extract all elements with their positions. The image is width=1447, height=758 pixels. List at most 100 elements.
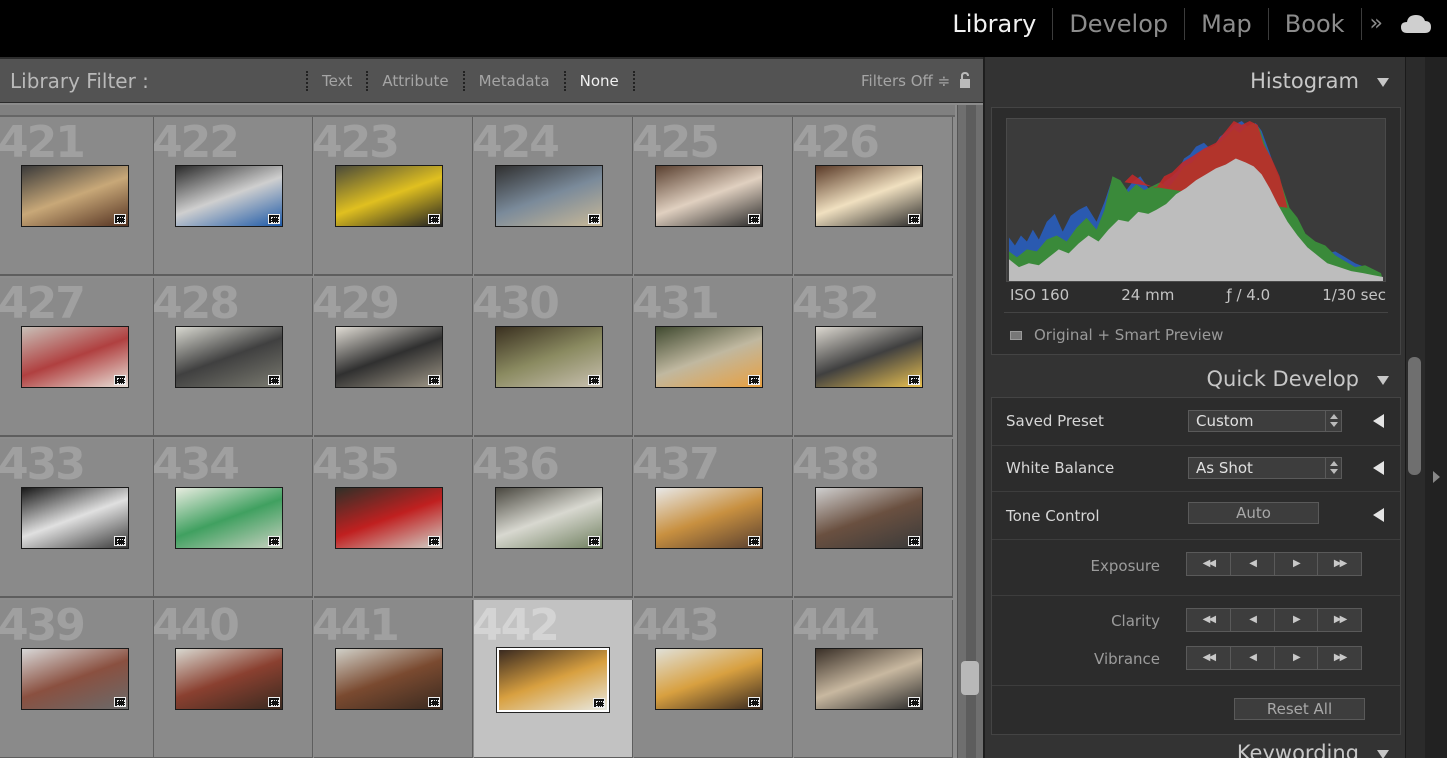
metadata-badge-icon[interactable] (428, 536, 440, 546)
thumbnail-cell[interactable]: 438 (794, 439, 953, 598)
grid-scrollbar[interactable] (957, 105, 983, 758)
thumbnail-cell[interactable]: 432 (794, 278, 953, 437)
photo-thumbnail[interactable] (175, 165, 283, 227)
increase-large-icon[interactable]: ▶▶ (1317, 609, 1361, 631)
thumbnail-cell[interactable]: 444 (794, 600, 953, 758)
photo-thumbnail[interactable] (21, 326, 129, 388)
photo-thumbnail[interactable] (815, 487, 923, 549)
thumbnail-cell[interactable]: 423 (314, 117, 473, 276)
photo-thumbnail[interactable] (21, 648, 129, 710)
decrease-large-icon[interactable]: ◀◀ (1187, 647, 1230, 669)
module-develop[interactable]: Develop (1052, 8, 1184, 40)
saved-preset-select[interactable]: Custom (1188, 410, 1342, 432)
more-modules-icon[interactable]: » (1360, 8, 1393, 40)
increase-large-icon[interactable]: ▶▶ (1317, 647, 1361, 669)
metadata-badge-icon[interactable] (268, 214, 280, 224)
histogram-header[interactable]: Histogram (985, 63, 1405, 103)
metadata-badge-icon[interactable] (908, 697, 920, 707)
module-book[interactable]: Book (1267, 8, 1361, 40)
collapse-triangle-icon[interactable] (1377, 78, 1389, 87)
metadata-badge-icon[interactable] (908, 375, 920, 385)
metadata-badge-icon[interactable] (114, 375, 126, 385)
photo-thumbnail[interactable] (175, 326, 283, 388)
disclosure-triangle-icon[interactable] (1373, 508, 1384, 522)
panel-scroll-thumb[interactable] (1408, 357, 1421, 475)
decrease-small-icon[interactable]: ◀ (1229, 609, 1274, 631)
quick-develop-header[interactable]: Quick Develop (985, 361, 1405, 401)
thumbnail-cell[interactable]: 426 (794, 117, 953, 276)
metadata-badge-icon[interactable] (268, 697, 280, 707)
metadata-badge-icon[interactable] (268, 536, 280, 546)
thumbnail-cell[interactable]: 425 (634, 117, 793, 276)
thumbnail-cell[interactable]: 436 (474, 439, 633, 598)
thumbnail-cell[interactable]: 421 (0, 117, 154, 276)
photo-thumbnail[interactable] (175, 648, 283, 710)
photo-thumbnail[interactable] (335, 487, 443, 549)
module-map[interactable]: Map (1184, 8, 1268, 40)
photo-thumbnail[interactable] (495, 165, 603, 227)
collapse-triangle-icon[interactable] (1377, 750, 1389, 758)
metadata-badge-icon[interactable] (114, 536, 126, 546)
thumbnail-cell[interactable]: 441 (314, 600, 473, 758)
decrease-large-icon[interactable]: ◀◀ (1187, 553, 1230, 575)
metadata-badge-icon[interactable] (588, 214, 600, 224)
photo-thumbnail[interactable] (815, 165, 923, 227)
thumbnail-cell[interactable]: 437 (634, 439, 793, 598)
filter-tab-metadata[interactable]: Metadata (462, 71, 564, 91)
white-balance-select[interactable]: As Shot (1188, 457, 1342, 479)
metadata-badge-icon[interactable] (748, 697, 760, 707)
metadata-badge-icon[interactable] (114, 214, 126, 224)
metadata-badge-icon[interactable] (593, 698, 605, 708)
photo-thumbnail[interactable] (175, 487, 283, 549)
filter-tab-none[interactable]: None (563, 71, 635, 91)
metadata-badge-icon[interactable] (908, 536, 920, 546)
metadata-badge-icon[interactable] (748, 375, 760, 385)
photo-thumbnail[interactable] (495, 487, 603, 549)
photo-thumbnail[interactable] (815, 648, 923, 710)
photo-thumbnail[interactable] (815, 326, 923, 388)
increase-small-icon[interactable]: ▶ (1273, 553, 1318, 575)
photo-thumbnail[interactable] (495, 326, 603, 388)
thumbnail-cell[interactable]: 443 (634, 600, 793, 758)
thumbnail-cell[interactable]: 440 (154, 600, 313, 758)
photo-thumbnail[interactable] (655, 487, 763, 549)
thumbnail-cell[interactable]: 434 (154, 439, 313, 598)
disclosure-triangle-icon[interactable] (1373, 414, 1384, 428)
filter-tab-text[interactable]: Text (306, 71, 366, 91)
grid-scroll-thumb[interactable] (961, 661, 979, 695)
thumbnail-cell[interactable]: 431 (634, 278, 793, 437)
metadata-badge-icon[interactable] (428, 214, 440, 224)
collapse-panel-arrow-icon[interactable] (1433, 471, 1440, 483)
metadata-badge-icon[interactable] (268, 375, 280, 385)
filter-tab-attribute[interactable]: Attribute (366, 71, 462, 91)
keywording-header[interactable]: Keywording (985, 739, 1405, 758)
photo-thumbnail[interactable] (655, 326, 763, 388)
thumbnail-cell[interactable]: 424 (474, 117, 633, 276)
increase-large-icon[interactable]: ▶▶ (1317, 553, 1361, 575)
thumbnail-cell[interactable]: 433 (0, 439, 154, 598)
metadata-badge-icon[interactable] (748, 214, 760, 224)
thumbnail-cell[interactable]: 439 (0, 600, 154, 758)
cloud-sync-icon[interactable] (1399, 11, 1433, 37)
histogram-graph[interactable] (1006, 118, 1386, 282)
metadata-badge-icon[interactable] (428, 697, 440, 707)
thumbnail-cell[interactable]: 435 (314, 439, 473, 598)
photo-thumbnail[interactable] (335, 326, 443, 388)
thumbnail-cell[interactable]: 429 (314, 278, 473, 437)
photo-thumbnail[interactable] (335, 648, 443, 710)
thumbnail-cell[interactable]: 422 (154, 117, 313, 276)
thumbnail-cell[interactable]: 442 (474, 600, 633, 758)
thumbnail-cell[interactable]: 430 (474, 278, 633, 437)
photo-thumbnail[interactable] (655, 648, 763, 710)
disclosure-triangle-icon[interactable] (1373, 461, 1384, 475)
photo-thumbnail[interactable] (21, 165, 129, 227)
filter-presets-dropdown[interactable]: Filters Off ≑ (861, 72, 950, 90)
decrease-small-icon[interactable]: ◀ (1229, 647, 1274, 669)
decrease-small-icon[interactable]: ◀ (1229, 553, 1274, 575)
thumbnail-cell[interactable]: 428 (154, 278, 313, 437)
lock-icon[interactable] (958, 71, 972, 89)
increase-small-icon[interactable]: ▶ (1273, 609, 1318, 631)
photo-thumbnail[interactable] (21, 487, 129, 549)
photo-thumbnail[interactable] (335, 165, 443, 227)
photo-thumbnail[interactable] (655, 165, 763, 227)
